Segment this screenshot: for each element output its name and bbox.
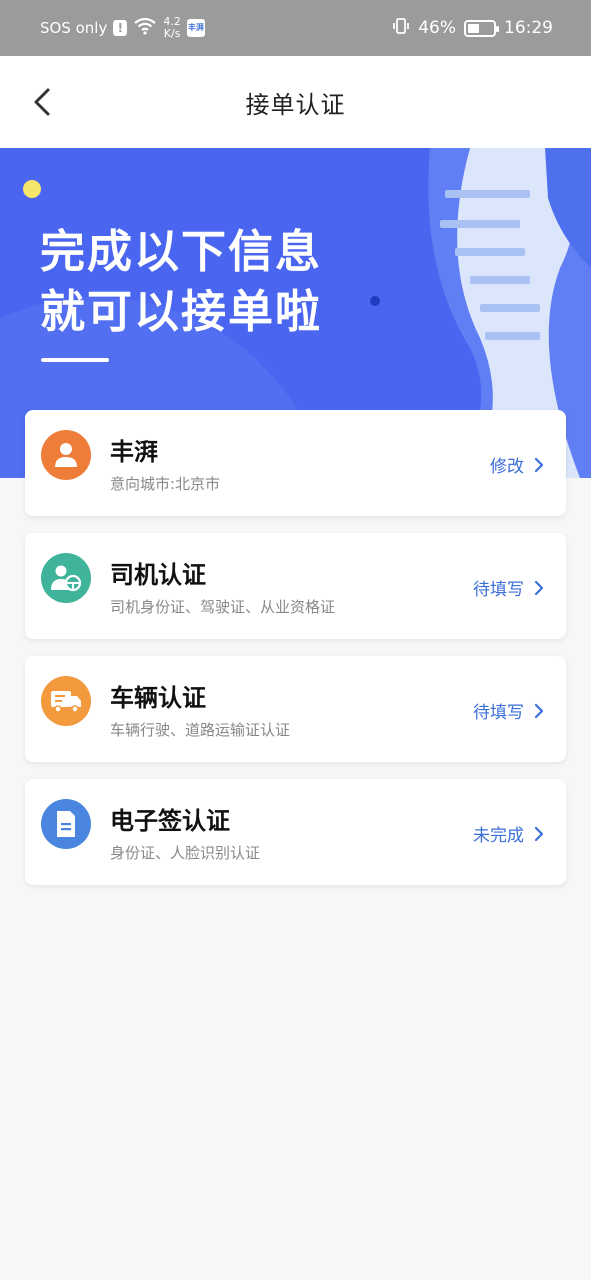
user-icon [41, 430, 91, 480]
card-action-label: 待填写 [473, 580, 524, 600]
back-button[interactable] [22, 82, 62, 122]
fill-vehicle-button[interactable]: 待填写 [473, 698, 544, 723]
clock: 16:29 [504, 18, 553, 38]
battery-fill [468, 23, 480, 33]
truck-icon [41, 676, 91, 726]
card-action-label: 待填写 [473, 703, 524, 723]
profile-card[interactable]: 丰湃 意向城市:北京市 修改 [25, 410, 566, 516]
card-title: 电子签认证 [110, 807, 230, 835]
card-action-label: 修改 [490, 457, 524, 477]
banner-line-2: 就可以接单啦 [40, 285, 323, 338]
card-subtitle: 身份证、人脸识别认证 [110, 844, 261, 862]
chevron-left-icon [34, 88, 50, 116]
chevron-right-icon [534, 580, 544, 595]
header: 接单认证 [0, 56, 591, 148]
card-subtitle: 意向城市:北京市 [110, 475, 221, 493]
chevron-right-icon [534, 703, 544, 718]
card-action-label: 未完成 [473, 826, 524, 846]
complete-signature-button[interactable]: 未完成 [473, 821, 544, 846]
card-subtitle: 司机身份证、驾驶证、从业资格证 [110, 598, 336, 616]
card-title: 车辆认证 [110, 684, 206, 712]
driver-wheel-icon [41, 553, 91, 603]
driver-certification-card[interactable]: 司机认证 司机身份证、驾驶证、从业资格证 待填写 [25, 533, 566, 639]
page-title: 接单认证 [245, 90, 346, 119]
network-speed: 4.2 K/s [163, 16, 181, 40]
chevron-right-icon [534, 457, 544, 472]
banner-headline: 完成以下信息 就可以接单啦 [40, 222, 322, 342]
card-title: 司机认证 [110, 561, 206, 589]
wifi-icon [133, 17, 157, 39]
certification-list: 丰湃 意向城市:北京市 修改 司机认证 司机身份证、驾驶证、从业资格证 待填写 [25, 410, 566, 902]
fill-driver-button[interactable]: 待填写 [473, 575, 544, 600]
banner-line-1: 完成以下信息 [40, 225, 323, 278]
banner-underline [41, 358, 109, 362]
alert-icon: ! [113, 20, 128, 36]
vehicle-certification-card[interactable]: 车辆认证 车辆行驶、道路运输证认证 待填写 [25, 656, 566, 762]
e-signature-card[interactable]: 电子签认证 身份证、人脸识别认证 未完成 [25, 779, 566, 885]
edit-button[interactable]: 修改 [490, 452, 544, 477]
document-icon [41, 799, 91, 849]
vibrate-icon [392, 17, 410, 39]
status-bar: SOS only ! 4.2 K/s 丰湃 46% 16:29 [0, 0, 591, 56]
card-title: 丰湃 [110, 438, 158, 466]
app-notification-icon: 丰湃 [186, 19, 205, 37]
status-left: SOS only ! 4.2 K/s 丰湃 [40, 16, 205, 40]
card-subtitle: 车辆行驶、道路运输证认证 [110, 721, 291, 739]
chevron-right-icon [534, 826, 544, 841]
carrier-text: SOS only [40, 19, 108, 37]
status-right: 46% 16:29 [392, 17, 553, 39]
speed-unit: K/s [163, 27, 181, 40]
battery-percent: 46% [418, 18, 456, 38]
battery-icon [464, 19, 499, 37]
